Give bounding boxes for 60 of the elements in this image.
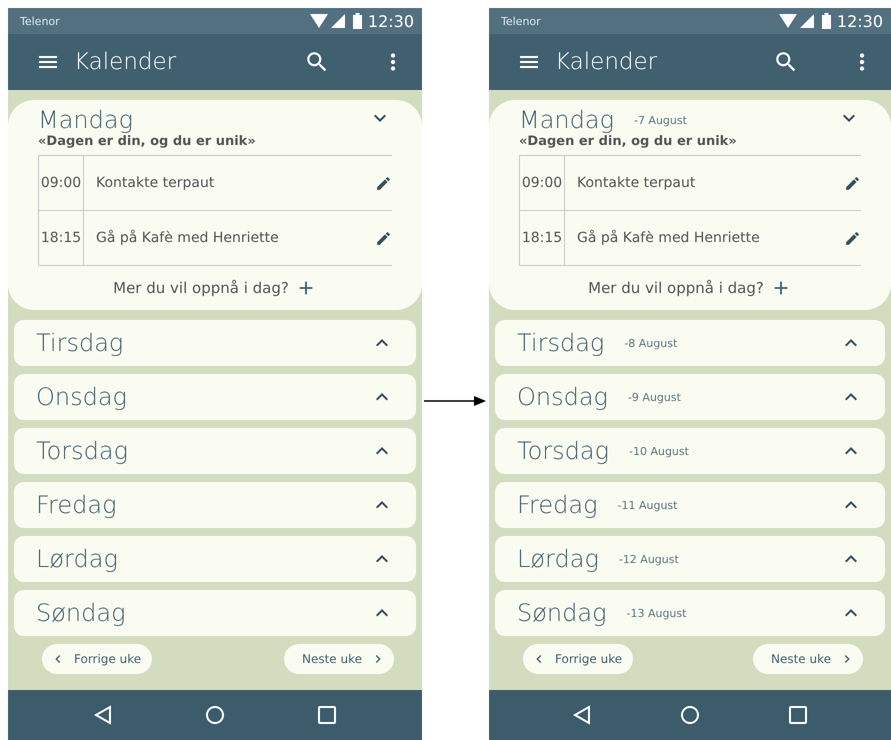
- day-name: Søndag: [36, 599, 126, 627]
- day-date: -10 August: [628, 444, 690, 458]
- edit-icon[interactable]: [375, 230, 392, 246]
- wifi-icon: [310, 14, 328, 28]
- home-icon[interactable]: [204, 705, 225, 725]
- back-icon[interactable]: [573, 705, 592, 725]
- day-name: Fredag: [36, 491, 117, 519]
- clock-time: 12:30: [836, 12, 883, 30]
- back-icon[interactable]: [94, 705, 112, 725]
- next-week-button[interactable]: Neste uke: [753, 644, 863, 674]
- event-time: 18:15: [39, 211, 84, 265]
- app-title: Kalender: [74, 49, 178, 75]
- day-quote: «Dagen er din, og du er unik»: [38, 134, 257, 149]
- event-time: 18:15: [520, 211, 565, 265]
- recents-icon[interactable]: [318, 706, 336, 724]
- day-name: Torsdag: [36, 437, 128, 465]
- add-goal-button[interactable]: Mer du vil oppnå i dag?: [107, 276, 323, 300]
- app-title: Kalender: [555, 49, 658, 75]
- day-date: -9 August: [628, 390, 682, 404]
- day-name: Lørdag: [517, 545, 599, 573]
- day-name: Fredag: [517, 491, 598, 519]
- day-name: Torsdag: [517, 437, 609, 465]
- clock-time: 12:30: [368, 12, 414, 30]
- day-quote: «Dagen er din, og du er unik»: [519, 134, 738, 149]
- recents-icon[interactable]: [788, 706, 807, 724]
- transition-arrow: [422, 395, 486, 407]
- day-name: Mandag: [38, 106, 133, 134]
- signal-icon: [800, 14, 814, 28]
- day-date: -11 August: [618, 498, 678, 512]
- day-name: Tirsdag: [517, 329, 604, 357]
- day-name: Onsdag: [517, 383, 608, 411]
- carrier-name: Telenor: [501, 14, 542, 28]
- event-title: Kontakte terpaut: [576, 175, 696, 191]
- battery-icon: [822, 13, 831, 29]
- event-title: Gå på Kafè med Henriette: [576, 230, 761, 246]
- event-title: Gå på Kafè med Henriette: [95, 230, 280, 246]
- home-icon[interactable]: [680, 705, 700, 725]
- previous-week-button[interactable]: Forrige uke: [42, 644, 152, 674]
- event-time: 09:00: [39, 156, 84, 210]
- day-name: Søndag: [517, 599, 606, 627]
- previous-week-button[interactable]: Forrige uke: [523, 644, 633, 674]
- battery-icon: [352, 13, 362, 29]
- edit-icon[interactable]: [844, 174, 861, 192]
- day-date: -12 August: [618, 552, 680, 566]
- add-goal-button[interactable]: Mer du vil oppnå i dag?: [582, 276, 798, 300]
- day-name: Onsdag: [36, 383, 127, 411]
- wifi-icon: [778, 14, 797, 28]
- event-time: 09:00: [520, 156, 565, 210]
- event-title: Kontakte terpaut: [95, 175, 216, 191]
- day-name: Mandag: [519, 106, 614, 134]
- day-date: -13 August: [626, 606, 688, 620]
- day-date: -8 August: [624, 336, 678, 350]
- edit-icon[interactable]: [844, 230, 861, 246]
- day-name: Tirsdag: [36, 329, 124, 357]
- next-week-button[interactable]: Neste uke: [284, 644, 394, 674]
- signal-icon: [330, 14, 345, 28]
- day-name: Lørdag: [36, 545, 118, 573]
- edit-icon[interactable]: [375, 174, 392, 192]
- day-date: -7 August: [634, 114, 688, 126]
- carrier-name: Telenor: [20, 14, 61, 28]
